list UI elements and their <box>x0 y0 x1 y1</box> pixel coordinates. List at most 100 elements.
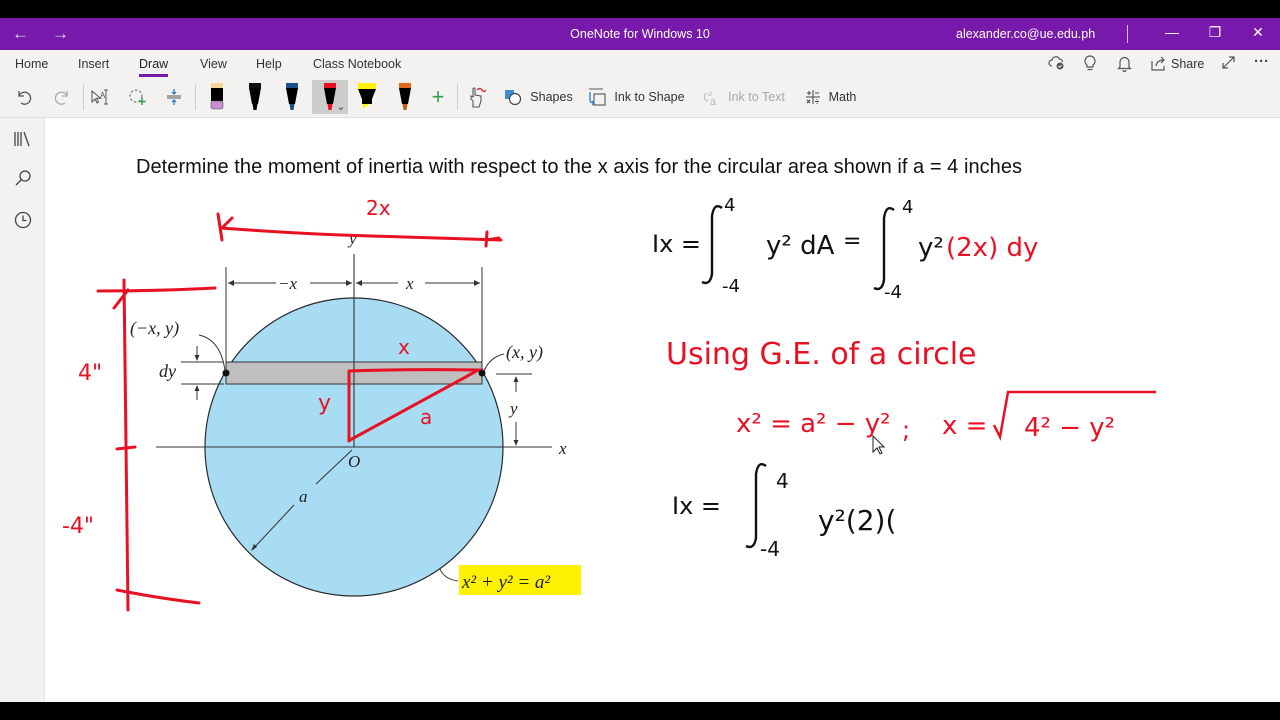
pen-blue[interactable] <box>274 80 310 114</box>
integral-sign <box>701 205 723 285</box>
integral-sign <box>873 207 895 291</box>
upper-limit: 4 <box>902 197 913 218</box>
ink-x: x <box>398 335 410 359</box>
back-button[interactable]: ← <box>12 24 29 44</box>
title-separator <box>1127 25 1128 43</box>
circle-equation: x² + y² = a² <box>461 572 550 593</box>
toolbar-separator <box>457 84 458 110</box>
recent-notes-button[interactable] <box>12 209 34 231</box>
lower-limit: -4 <box>722 276 740 297</box>
circle-equation-ink: x² = a² − y² <box>736 409 891 439</box>
math-icon <box>805 90 820 104</box>
toolbar-separator <box>195 84 196 110</box>
ink-2x: 2x <box>366 196 391 220</box>
lightbulb-icon <box>1084 55 1096 71</box>
more-options-button[interactable]: ··· <box>1254 53 1269 70</box>
integrand-2x-dy: (2x) dy <box>946 233 1038 263</box>
notebooks-button[interactable] <box>12 128 34 150</box>
clock-icon <box>14 211 32 229</box>
pen-black[interactable] <box>237 80 273 114</box>
tab-insert[interactable]: Insert <box>78 57 109 71</box>
type-select-tool[interactable]: A <box>86 80 114 114</box>
sync-status-button[interactable] <box>1048 55 1066 74</box>
tab-home[interactable]: Home <box>15 57 48 71</box>
redo-button[interactable] <box>48 80 76 114</box>
svg-text:A: A <box>100 91 106 100</box>
pen-icon <box>248 83 261 110</box>
add-space-tool[interactable] <box>160 80 188 114</box>
shapes-button[interactable]: Shapes <box>502 80 574 114</box>
lasso-add-icon <box>129 89 146 105</box>
integrand: y² dA <box>766 231 835 261</box>
tell-me-button[interactable] <box>1083 55 1097 75</box>
leader-left <box>198 334 226 372</box>
origin-label: O <box>348 452 360 471</box>
ink-to-shape-button[interactable]: Ink to Shape <box>586 80 686 114</box>
restore-button[interactable]: ❐ <box>1205 24 1225 41</box>
left-point-label: (−x, y) <box>130 318 179 339</box>
note-line-4: Ix = 4 -4 y²(2)( <box>672 463 896 561</box>
radius-label: a <box>299 487 308 506</box>
draw-with-touch-toggle[interactable] <box>462 80 490 114</box>
dy-label: dy <box>159 361 176 381</box>
ink-a: a <box>420 405 432 429</box>
neg-x-label: −x <box>278 274 297 293</box>
undo-button[interactable] <box>10 80 38 114</box>
ink-to-shape-icon <box>589 88 606 106</box>
highlighter-yellow[interactable] <box>349 80 385 114</box>
left-point <box>222 369 230 377</box>
integrand-y2: y² <box>918 233 944 263</box>
search-button[interactable] <box>12 168 34 190</box>
share-label: Share <box>1171 56 1205 71</box>
ix-label: Ix = <box>652 230 701 258</box>
close-button[interactable]: ✕ <box>1248 24 1268 41</box>
ink-to-text-button[interactable]: aa Ink to Text <box>700 80 786 114</box>
ix-label: Ix = <box>672 492 721 520</box>
toolbar-separator <box>83 84 84 110</box>
math-button[interactable]: Math <box>800 80 860 114</box>
highlighter-icon <box>358 83 376 109</box>
y-dim-label: y <box>508 399 518 418</box>
circle-figure: y x O −x x (−x, y) (x, y) dy y a x² + y²… <box>62 195 1156 612</box>
tab-class-notebook[interactable]: Class Notebook <box>313 57 401 71</box>
note-line-2: Using G.E. of a circle <box>666 337 977 372</box>
full-screen-button[interactable] <box>1221 55 1236 73</box>
tab-view[interactable]: View <box>200 57 227 71</box>
pen-tan-purple[interactable] <box>199 80 235 114</box>
note-line-1: Ix = 4 -4 y² dA = 4 -4 y² (2x) dy <box>652 195 1038 303</box>
pen-icon <box>398 83 411 110</box>
note-line-3: x² = a² − y² ; x = 4² − y² <box>736 390 1156 444</box>
navigation-rail <box>0 118 45 702</box>
account-name[interactable]: alexander.co@ue.edu.ph <box>956 27 1095 41</box>
add-space-icon <box>167 89 181 105</box>
tab-draw[interactable]: Draw <box>139 57 169 77</box>
notifications-button[interactable] <box>1117 55 1132 75</box>
ribbon: Home Insert Draw View Help Class Noteboo… <box>0 50 1280 118</box>
pen-red[interactable]: ⌄ <box>311 80 348 114</box>
equation-leader <box>439 568 459 582</box>
tab-help[interactable]: Help <box>256 57 282 71</box>
forward-button[interactable]: → <box>52 24 69 44</box>
screen-top-border <box>0 0 1280 18</box>
ink-neg-4in: -4" <box>62 514 94 539</box>
ink-to-text-icon: aa <box>704 89 717 107</box>
semicolon: ; <box>902 416 910 444</box>
minimize-button[interactable]: — <box>1162 24 1182 40</box>
pos-x-label: x <box>405 274 414 293</box>
math-label: Math <box>828 90 857 104</box>
ink-to-shape-label: Ink to Shape <box>614 90 685 104</box>
chevron-down-icon[interactable]: ⌄ <box>336 102 345 113</box>
pen-icon <box>286 83 298 110</box>
add-pen-button[interactable]: + <box>425 80 451 114</box>
share-button[interactable]: Share <box>1151 56 1204 71</box>
dy-arrowheads <box>194 355 200 391</box>
lower-limit: -4 <box>884 282 902 303</box>
integral-sign <box>745 463 767 549</box>
lasso-select-tool[interactable] <box>124 80 152 114</box>
pen-orange[interactable] <box>387 80 423 114</box>
redo-icon <box>54 91 68 105</box>
ink-y: y <box>318 391 331 416</box>
ink-to-text-label: Ink to Text <box>728 90 785 104</box>
page-canvas[interactable]: Determine the moment of inertia with res… <box>45 118 1280 702</box>
x-equals: x = <box>942 411 987 441</box>
